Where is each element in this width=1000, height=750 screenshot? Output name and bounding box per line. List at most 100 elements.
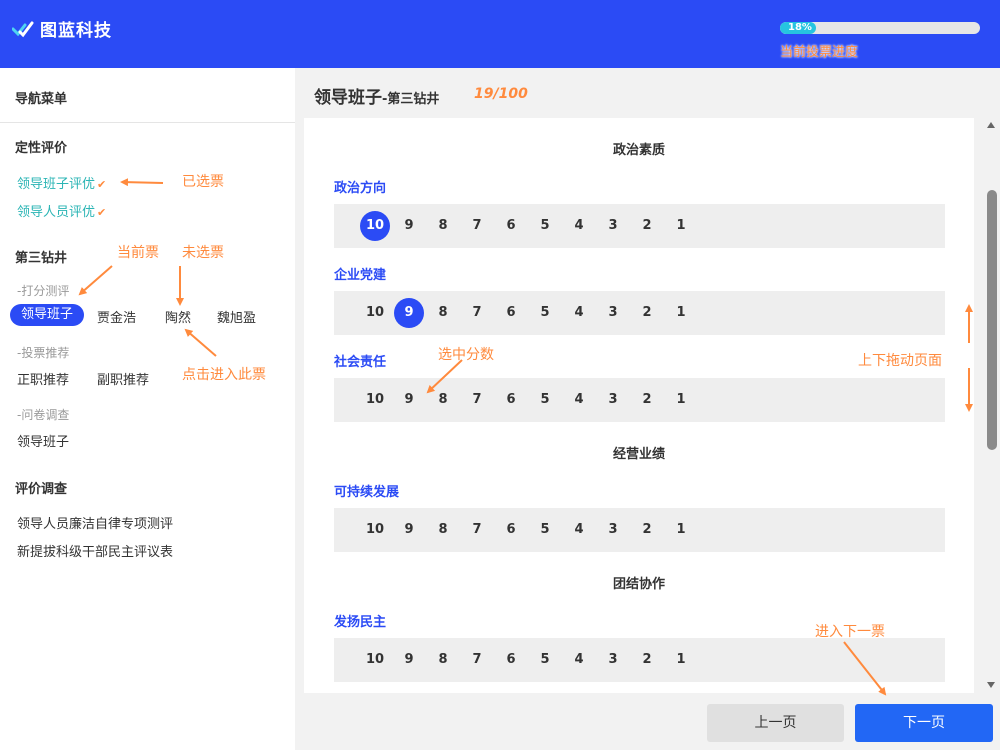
annotation-unselected-vote: 未选票 <box>182 245 224 261</box>
sidebar-title: 导航菜单 <box>15 92 68 107</box>
score-option-4[interactable]: 4 <box>564 385 594 415</box>
next-page-button[interactable]: 下一页 <box>855 704 993 742</box>
score-option-3[interactable]: 3 <box>598 645 628 675</box>
score-option-1[interactable]: 1 <box>666 298 696 328</box>
score-option-10[interactable]: 10 <box>360 385 390 415</box>
score-option-8[interactable]: 8 <box>428 211 458 241</box>
annotation-drag-page: 上下拖动页面 <box>858 353 942 369</box>
score-option-9[interactable]: 9 <box>394 298 424 328</box>
score-option-5[interactable]: 5 <box>530 211 560 241</box>
score-option-6[interactable]: 6 <box>496 515 526 545</box>
vote-progress-bar: 18% <box>780 22 980 34</box>
sidebar-item-staff-excellence[interactable]: 领导人员评优 ✔ <box>17 201 106 220</box>
score-option-9[interactable]: 9 <box>394 645 424 675</box>
sidebar-item-integrity-review[interactable]: 领导人员廉洁自律专项测评 <box>17 513 173 532</box>
annotation-selected-vote: 已选票 <box>182 174 224 190</box>
score-option-2[interactable]: 2 <box>632 211 662 241</box>
score-option-2[interactable]: 2 <box>632 298 662 328</box>
score-option-3[interactable]: 3 <box>598 515 628 545</box>
score-option-5[interactable]: 5 <box>530 385 560 415</box>
score-option-9[interactable]: 9 <box>394 515 424 545</box>
sidebar-item-chief-recommend[interactable]: 正职推荐 <box>17 369 69 388</box>
group-title-political: 政治素质 <box>612 143 665 158</box>
scoring-panel[interactable]: 政治素质 政治方向 10 9 8 7 6 5 4 3 2 1 企业党建 10 9 8 7 6 5 4 3 2 1 社… <box>304 118 974 693</box>
score-option-5[interactable]: 5 <box>530 515 560 545</box>
score-option-9[interactable]: 9 <box>394 211 424 241</box>
checkmark-logo-icon <box>12 20 34 38</box>
vote-progress-fill: 18% <box>780 22 816 34</box>
section-qualitative: 定性评价 <box>15 141 68 156</box>
question-label: 可持续发展 <box>334 485 400 500</box>
score-option-7[interactable]: 7 <box>462 211 492 241</box>
score-option-4[interactable]: 4 <box>564 515 594 545</box>
score-option-10[interactable]: 10 <box>360 298 390 328</box>
scroll-down-arrow-icon[interactable] <box>987 682 995 688</box>
score-option-10[interactable]: 10 <box>360 211 390 241</box>
score-option-10[interactable]: 10 <box>360 515 390 545</box>
score-option-4[interactable]: 4 <box>564 298 594 328</box>
app-header: 图蓝科技 18% 当前投票进度 <box>0 0 1000 68</box>
scrollbar-thumb[interactable] <box>987 190 997 450</box>
score-option-2[interactable]: 2 <box>632 645 662 675</box>
score-option-4[interactable]: 4 <box>564 211 594 241</box>
annotation-next-vote: 进入下一票 <box>815 624 885 640</box>
score-option-4[interactable]: 4 <box>564 645 594 675</box>
question-label: 政治方向 <box>334 181 387 196</box>
question-label: 企业党建 <box>334 268 387 283</box>
score-row: 10 9 8 7 6 5 4 3 2 1 <box>334 204 945 248</box>
scroll-up-arrow-icon[interactable] <box>987 122 995 128</box>
question-label: 发扬民主 <box>334 615 387 630</box>
score-option-5[interactable]: 5 <box>530 298 560 328</box>
sidebar-item-tao-ran[interactable]: 陶然 <box>165 307 191 326</box>
score-option-10[interactable]: 10 <box>360 645 390 675</box>
group-title-performance: 经营业绩 <box>612 447 665 462</box>
vote-progress-text: 18% <box>788 22 812 33</box>
score-option-9[interactable]: 9 <box>394 385 424 415</box>
question-label: 社会责任 <box>334 355 387 370</box>
score-option-6[interactable]: 6 <box>496 645 526 675</box>
score-option-3[interactable]: 3 <box>598 385 628 415</box>
score-option-8[interactable]: 8 <box>428 645 458 675</box>
score-option-6[interactable]: 6 <box>496 385 526 415</box>
prev-page-button[interactable]: 上一页 <box>707 704 844 742</box>
check-icon: ✔ <box>97 206 107 219</box>
logo-text: 图蓝科技 <box>40 21 112 41</box>
sidebar-item-cadre-review[interactable]: 新提拔科级干部民主评议表 <box>17 541 173 560</box>
sidebar-nav: 导航菜单 定性评价 领导班子评优 ✔ 领导人员评优 ✔ 第三钻井 -打分测评 领导班… <box>0 68 295 750</box>
score-option-8[interactable]: 8 <box>428 298 458 328</box>
score-option-1[interactable]: 1 <box>666 211 696 241</box>
score-row: 10 9 8 7 6 5 4 3 2 1 <box>334 638 945 682</box>
score-option-8[interactable]: 8 <box>428 515 458 545</box>
annotation-current-vote: 当前票 <box>117 245 159 261</box>
check-icon: ✔ <box>97 178 107 191</box>
score-option-7[interactable]: 7 <box>462 385 492 415</box>
score-option-1[interactable]: 1 <box>666 515 696 545</box>
score-option-7[interactable]: 7 <box>462 298 492 328</box>
sidebar-item-team-excellence[interactable]: 领导班子评优 ✔ <box>17 173 106 192</box>
score-option-2[interactable]: 2 <box>632 515 662 545</box>
score-option-2[interactable]: 2 <box>632 385 662 415</box>
sidebar-item-questionnaire-leadership[interactable]: 领导班子 <box>17 431 69 450</box>
score-option-8[interactable]: 8 <box>428 385 458 415</box>
sub-vote-recommend: -投票推荐 <box>17 346 70 360</box>
score-option-6[interactable]: 6 <box>496 211 526 241</box>
sidebar-item-leadership-current[interactable]: 领导班子 <box>10 304 84 326</box>
score-option-1[interactable]: 1 <box>666 385 696 415</box>
score-option-7[interactable]: 7 <box>462 515 492 545</box>
annotation-selected-score: 选中分数 <box>438 347 494 363</box>
logo: 图蓝科技 <box>12 16 112 41</box>
score-option-6[interactable]: 6 <box>496 298 526 328</box>
page-subtitle: -第三钻井 <box>382 92 440 107</box>
sidebar-item-wei-xuying[interactable]: 魏旭盈 <box>217 307 256 326</box>
score-row: 10 9 8 7 6 5 4 3 2 1 <box>334 508 945 552</box>
score-option-1[interactable]: 1 <box>666 645 696 675</box>
section-third-drilling: 第三钻井 <box>15 251 68 266</box>
sidebar-item-deputy-recommend[interactable]: 副职推荐 <box>97 369 149 388</box>
page-title: 领导班子-第三钻井 <box>314 88 440 108</box>
score-option-3[interactable]: 3 <box>598 211 628 241</box>
score-option-3[interactable]: 3 <box>598 298 628 328</box>
score-option-5[interactable]: 5 <box>530 645 560 675</box>
score-row: 10 9 8 7 6 5 4 3 2 1 <box>334 378 945 422</box>
sidebar-item-jia-jinhao[interactable]: 贾金浩 <box>97 307 136 326</box>
score-option-7[interactable]: 7 <box>462 645 492 675</box>
